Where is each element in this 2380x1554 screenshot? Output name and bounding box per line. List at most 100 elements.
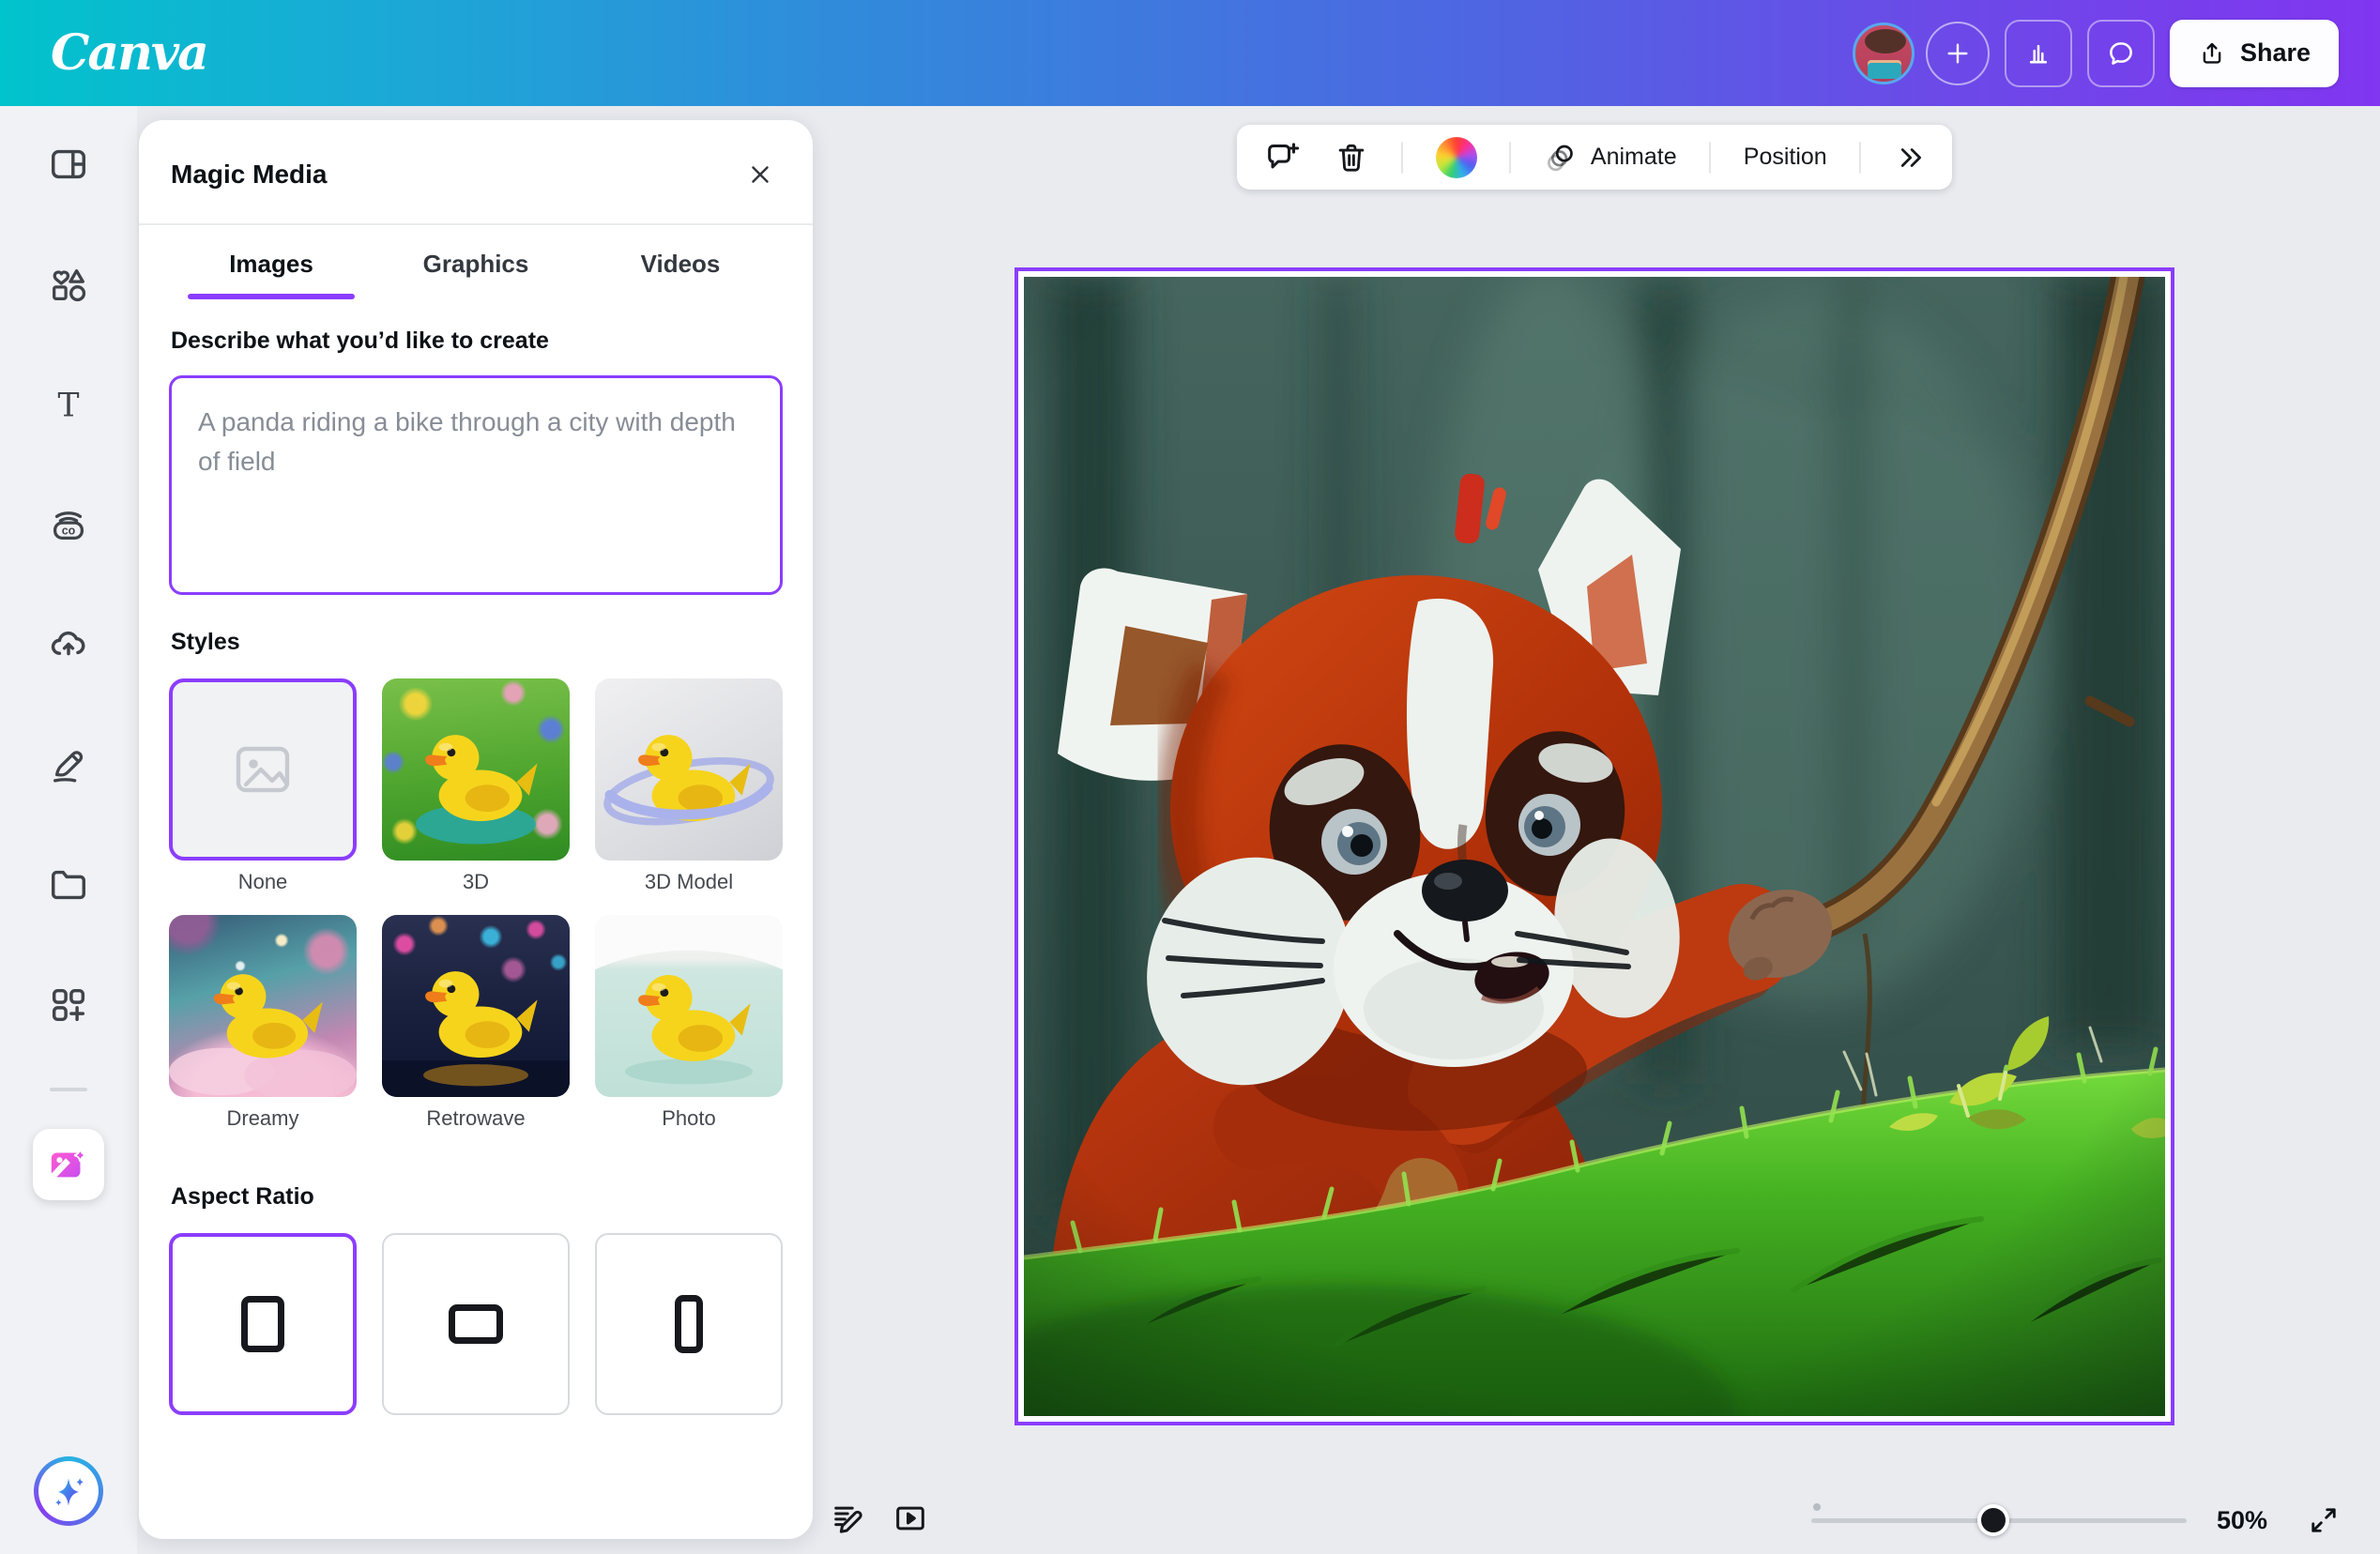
styles-grid: None 3D 3D Model Dreamy	[169, 678, 783, 1151]
tab-images[interactable]: Images	[169, 225, 374, 299]
selected-canvas-image[interactable]	[1015, 267, 2174, 1425]
expand-arrows-icon	[2307, 1503, 2341, 1537]
close-panel-button[interactable]	[740, 154, 781, 195]
trash-icon	[1334, 140, 1369, 175]
magic-media-icon	[47, 1143, 90, 1186]
zoom-slider[interactable]	[1811, 1494, 2187, 1546]
canva-editor: Canva Share T	[0, 0, 2380, 1554]
zoom-level-label: 50%	[2217, 1506, 2267, 1535]
zoom-notch	[1813, 1503, 1821, 1511]
toolbar-separator	[1709, 142, 1711, 174]
add-comment-button[interactable]	[1263, 139, 1301, 176]
share-label: Share	[2240, 38, 2311, 68]
aspect-option-portrait[interactable]	[595, 1233, 783, 1415]
tab-videos[interactable]: Videos	[578, 225, 783, 299]
sidebar-item-projects[interactable]	[38, 855, 99, 915]
top-bar: Canva Share	[0, 0, 2380, 106]
image-placeholder-icon	[233, 739, 293, 800]
animate-button[interactable]: Animate	[1544, 140, 1677, 175]
aspect-option-landscape[interactable]	[382, 1233, 570, 1415]
sidebar-item-magic-media-active[interactable]	[33, 1129, 104, 1200]
canva-logo: Canva	[51, 24, 207, 82]
toolbar-separator	[1859, 142, 1861, 174]
aspect-square-icon	[241, 1296, 284, 1352]
draw-pen-icon	[47, 743, 90, 786]
sidebar-item-brand[interactable]: co	[38, 495, 99, 555]
avatar[interactable]	[1853, 23, 1915, 84]
color-picker-button[interactable]	[1436, 137, 1477, 178]
prompt-label: Describe what you’d like to create	[171, 328, 781, 355]
present-button[interactable]	[888, 1496, 933, 1541]
text-icon: T	[47, 383, 90, 426]
more-options-button[interactable]	[1894, 142, 1926, 174]
fullscreen-button[interactable]	[2303, 1500, 2344, 1541]
style-dreamy-thumbnail	[169, 915, 357, 1097]
zoom-controls: 50%	[1811, 1494, 2344, 1546]
aspect-option-square[interactable]	[169, 1233, 357, 1415]
comment-plus-icon	[1263, 139, 1301, 176]
speech-bubble-icon	[2105, 38, 2137, 69]
sidebar-item-draw[interactable]	[38, 735, 99, 795]
uploads-cloud-icon	[47, 623, 90, 666]
panel-title: Magic Media	[171, 160, 327, 190]
insights-button[interactable]	[2005, 20, 2072, 87]
design-icon	[47, 143, 90, 186]
sidebar-item-text[interactable]: T	[38, 374, 99, 434]
generated-red-panda-image	[1024, 277, 2165, 1416]
apps-grid-icon	[47, 983, 90, 1027]
style-option-none[interactable]	[169, 678, 357, 861]
style-option-dreamy[interactable]	[169, 915, 357, 1097]
sidebar-item-elements[interactable]	[38, 254, 99, 314]
style-label: 3D	[382, 870, 570, 894]
add-member-button[interactable]	[1926, 22, 1990, 85]
style-photo-thumbnail	[595, 915, 783, 1097]
sidebar-item-design[interactable]	[38, 134, 99, 194]
ai-assistant-button[interactable]	[34, 1456, 103, 1526]
notes-button[interactable]	[826, 1496, 871, 1541]
color-wheel-icon	[1436, 137, 1477, 178]
prompt-input[interactable]	[169, 375, 783, 595]
bar-chart-icon	[2022, 38, 2054, 69]
style-label: Photo	[595, 1106, 783, 1131]
style-option-retrowave[interactable]	[382, 915, 570, 1097]
style-option-3d[interactable]	[382, 678, 570, 861]
share-button[interactable]: Share	[2170, 20, 2339, 87]
aspect-portrait-icon	[675, 1295, 703, 1353]
position-button[interactable]: Position	[1744, 144, 1827, 171]
aspect-ratio-heading: Aspect Ratio	[171, 1183, 781, 1211]
upload-icon	[2198, 39, 2226, 68]
plus-icon	[1943, 38, 1973, 69]
style-option-3d-model[interactable]	[595, 678, 783, 861]
style-retrowave-thumbnail	[382, 915, 570, 1097]
style-3d-model-thumbnail	[595, 678, 783, 861]
comments-button[interactable]	[2087, 20, 2155, 87]
style-label: Dreamy	[169, 1106, 357, 1131]
media-type-tabs: Images Graphics Videos	[169, 225, 783, 299]
style-label: None	[169, 870, 357, 894]
active-tab-underline	[188, 294, 355, 299]
style-label: Retrowave	[382, 1106, 570, 1131]
sidebar-item-apps[interactable]	[38, 975, 99, 1035]
close-icon	[746, 160, 774, 189]
sidebar-item-uploads[interactable]	[38, 615, 99, 675]
style-option-photo[interactable]	[595, 915, 783, 1097]
ai-sparkle-icon	[48, 1470, 89, 1512]
style-label: 3D Model	[595, 870, 783, 894]
elements-icon	[47, 263, 90, 306]
tab-graphics[interactable]: Graphics	[374, 225, 578, 299]
element-toolbar: Animate Position	[1237, 125, 1952, 190]
magic-media-panel: Magic Media Images Graphics Videos Descr…	[139, 120, 813, 1539]
style-3d-thumbnail	[382, 678, 570, 861]
aspect-landscape-icon	[449, 1304, 503, 1344]
sidebar-divider	[50, 1088, 87, 1091]
brand-icon: co	[47, 503, 90, 546]
toolbar-separator	[1509, 142, 1511, 174]
toolbar-separator	[1401, 142, 1403, 174]
presentation-play-icon	[892, 1500, 929, 1537]
object-panel-rail: T co	[0, 106, 137, 1554]
zoom-slider-knob[interactable]	[1977, 1504, 2009, 1536]
aspect-ratio-grid	[169, 1233, 783, 1415]
folder-icon	[47, 863, 90, 906]
delete-button[interactable]	[1334, 140, 1369, 175]
double-chevron-icon	[1894, 142, 1926, 174]
